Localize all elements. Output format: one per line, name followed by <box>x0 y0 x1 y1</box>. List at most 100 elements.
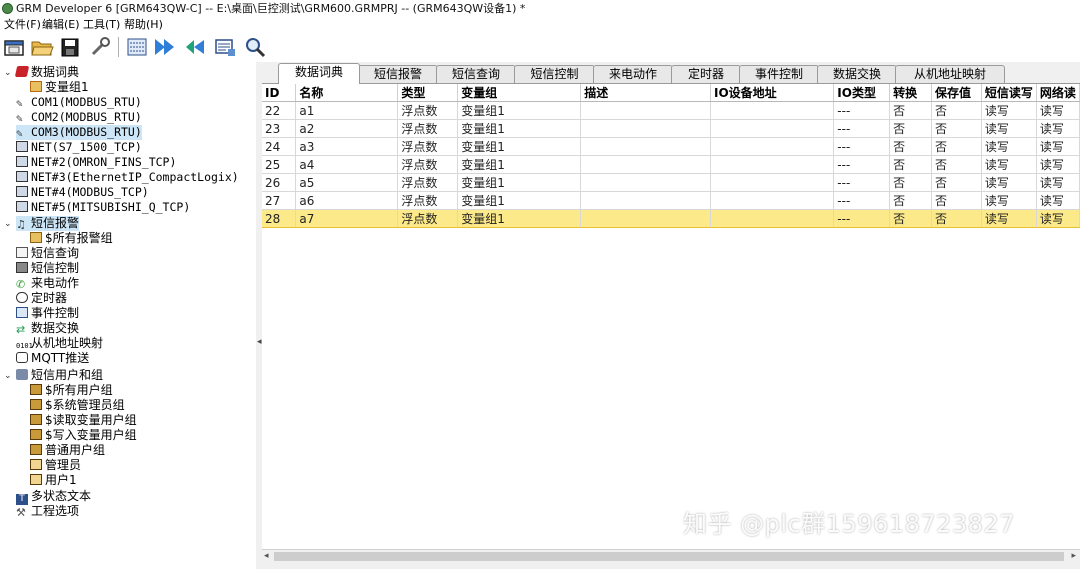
table-cell[interactable]: 变量组1 <box>457 119 582 138</box>
table-cell[interactable]: 否 <box>889 155 932 174</box>
table-cell[interactable]: 读写 <box>981 173 1037 192</box>
table-cell[interactable]: 读写 <box>981 155 1037 174</box>
tree-item-normal-group[interactable]: 普通用户组 <box>30 443 105 458</box>
table-cell[interactable]: 否 <box>889 173 932 192</box>
table-row[interactable]: 27 a6 浮点数 变量组1 --- 否否读写 读写 <box>262 191 1080 210</box>
tree-item-all-alarm-groups[interactable]: $所有报警组 <box>30 231 113 246</box>
table-cell[interactable] <box>580 191 711 210</box>
save-icon[interactable] <box>58 35 82 59</box>
table-cell[interactable]: --- <box>833 137 891 156</box>
column-header-description[interactable]: 描述 <box>580 84 711 102</box>
table-cell[interactable]: a1 <box>295 101 399 120</box>
table-cell[interactable]: 24 <box>262 137 297 156</box>
tree-item-timer[interactable]: 定时器 <box>16 291 67 306</box>
table-cell[interactable]: 读写 <box>981 101 1037 120</box>
column-header-net-rw[interactable]: 网络读 <box>1036 84 1080 102</box>
table-cell[interactable]: 否 <box>889 137 932 156</box>
table-cell[interactable]: 变量组1 <box>457 101 582 120</box>
table-cell[interactable]: 浮点数 <box>397 119 459 138</box>
table-cell[interactable]: --- <box>833 173 891 192</box>
tools-icon[interactable] <box>88 35 112 59</box>
table-cell[interactable]: 浮点数 <box>397 173 459 192</box>
tree-item-user1[interactable]: 用户1 <box>30 473 77 488</box>
table-cell[interactable]: a4 <box>295 155 399 174</box>
menu-tools[interactable]: 工具(T) <box>83 17 120 33</box>
table-cell[interactable]: 否 <box>931 119 982 138</box>
tab-slave-address-map[interactable]: 从机地址映射 <box>895 65 1005 83</box>
tree-item-net4[interactable]: NET#4(MODBUS_TCP) <box>16 185 149 200</box>
download-icon[interactable] <box>153 35 177 59</box>
table-cell[interactable]: 变量组1 <box>457 137 582 156</box>
tree-item-write-group[interactable]: $写入变量用户组 <box>30 428 137 443</box>
tree-item-net5[interactable]: NET#5(MITSUBISHI_Q_TCP) <box>16 200 190 215</box>
monitor-icon[interactable] <box>213 35 237 59</box>
table-cell[interactable]: a5 <box>295 173 399 192</box>
table-cell[interactable]: --- <box>833 209 891 228</box>
table-cell[interactable]: 读写 <box>981 191 1037 210</box>
table-cell[interactable]: a7 <box>295 209 399 228</box>
tab-sms-alarm[interactable]: 短信报警 <box>358 65 438 83</box>
tree-item-multistate-text[interactable]: T 多状态文本 <box>16 489 91 505</box>
table-cell[interactable] <box>580 155 711 174</box>
table-cell[interactable]: 读写 <box>1036 119 1080 138</box>
table-cell[interactable]: 否 <box>889 209 932 228</box>
tab-timer[interactable]: 定时器 <box>671 65 741 83</box>
table-cell[interactable]: 变量组1 <box>457 209 582 228</box>
column-header-type[interactable]: 类型 <box>397 84 459 102</box>
scrollbar-thumb[interactable] <box>274 552 1064 561</box>
column-header-group[interactable]: 变量组 <box>457 84 582 102</box>
tree-item-net1[interactable]: NET(S7_1500_TCP) <box>16 140 142 155</box>
table-cell[interactable]: 否 <box>931 101 982 120</box>
table-row[interactable]: 26 a5 浮点数 变量组1 --- 否否读写 读写 <box>262 173 1080 192</box>
table-cell[interactable]: 否 <box>931 209 982 228</box>
table-cell[interactable]: 浮点数 <box>397 155 459 174</box>
tree-item-variable-group[interactable]: 变量组1 <box>30 80 89 95</box>
table-cell[interactable] <box>580 119 711 138</box>
tree-item-sms-control[interactable]: 短信控制 <box>16 261 79 276</box>
tree-item-sms-alarm[interactable]: ♫ 短信报警 <box>16 216 80 231</box>
table-cell[interactable]: a3 <box>295 137 399 156</box>
table-cell[interactable]: 读写 <box>1036 173 1080 192</box>
table-cell[interactable]: 浮点数 <box>397 209 459 228</box>
table-cell[interactable] <box>710 101 835 120</box>
collapse-toggle[interactable]: ⌄ <box>4 220 12 229</box>
table-row[interactable]: 23 a2 浮点数 变量组1 --- 否否读写 读写 <box>262 119 1080 138</box>
table-cell[interactable]: 变量组1 <box>457 191 582 210</box>
build-icon[interactable] <box>125 35 149 59</box>
table-cell[interactable] <box>580 137 711 156</box>
tree-item-user-admin[interactable]: 管理员 <box>30 458 81 473</box>
tab-event-control[interactable]: 事件控制 <box>739 65 819 83</box>
tree-item-mqtt-push[interactable]: MQTT推送 <box>16 351 89 366</box>
column-header-sms-rw[interactable]: 短信读写 <box>981 84 1037 102</box>
tree-item-read-group[interactable]: $读取变量用户组 <box>30 413 137 428</box>
horizontal-scrollbar[interactable]: ◂ ▸ <box>262 549 1080 564</box>
tree-item-net2[interactable]: NET#2(OMRON_FINS_TCP) <box>16 155 176 170</box>
tree-item-slave-address-map[interactable]: 0101从机地址映射 <box>16 336 103 351</box>
table-cell[interactable]: 读写 <box>1036 191 1080 210</box>
table-row[interactable]: 24 a3 浮点数 变量组1 --- 否否读写 读写 <box>262 137 1080 156</box>
tree-item-sms-users-groups[interactable]: 短信用户和组 <box>16 368 103 383</box>
table-cell[interactable]: 变量组1 <box>457 173 582 192</box>
tree-item-project-options[interactable]: ⚒ 工程选项 <box>16 504 79 519</box>
tree-item-dictionary[interactable]: 数据词典 <box>14 65 79 80</box>
tree-item-sms-query[interactable]: 短信查询 <box>16 246 79 261</box>
table-cell[interactable]: 否 <box>931 137 982 156</box>
table-cell[interactable]: 27 <box>262 191 297 210</box>
column-header-name[interactable]: 名称 <box>295 84 399 102</box>
table-cell[interactable]: 读写 <box>981 209 1037 228</box>
table-cell[interactable]: 读写 <box>1036 137 1080 156</box>
tree-item-net3[interactable]: NET#3(EthernetIP_CompactLogix) <box>16 170 239 185</box>
table-cell[interactable] <box>710 137 835 156</box>
menu-edit[interactable]: 编辑(E) <box>42 17 80 33</box>
tree-item-admin-group[interactable]: $系统管理员组 <box>30 398 125 413</box>
tab-sms-control[interactable]: 短信控制 <box>514 65 595 83</box>
table-cell[interactable]: 读写 <box>1036 155 1080 174</box>
upload-icon[interactable] <box>183 35 207 59</box>
collapse-toggle[interactable]: ⌄ <box>4 69 12 78</box>
column-header-save-value[interactable]: 保存值 <box>931 84 982 102</box>
table-cell[interactable]: 否 <box>889 191 932 210</box>
tree-item-com1[interactable]: ✎ COM1(MODBUS_RTU) <box>16 95 142 110</box>
table-cell[interactable]: 浮点数 <box>397 137 459 156</box>
table-cell[interactable]: --- <box>833 155 891 174</box>
table-cell[interactable] <box>710 173 835 192</box>
